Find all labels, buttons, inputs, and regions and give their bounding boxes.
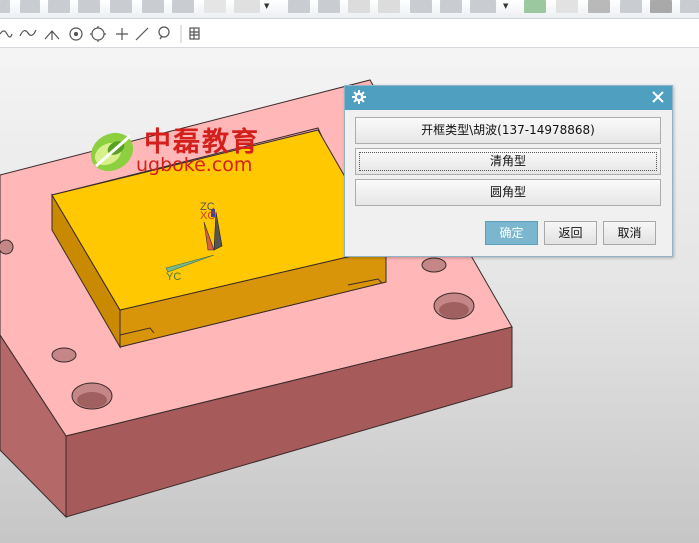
toolbar-button[interactable] (470, 0, 496, 13)
toolbar-button[interactable] (20, 0, 40, 13)
toolbar-button[interactable] (348, 0, 370, 13)
watermark-logo: 中磊教育 ugboke.com (86, 120, 286, 184)
toolbar-button[interactable] (588, 0, 610, 13)
toolbar-button[interactable] (234, 0, 260, 13)
circle-center-icon[interactable] (69, 27, 83, 41)
cross-point-icon[interactable] (116, 28, 128, 40)
toolbar-button[interactable] (0, 0, 10, 13)
option-open-frame-type[interactable]: 开框类型\胡波(137-14978868) (355, 117, 661, 144)
point-set-icon[interactable] (44, 30, 60, 40)
toolbar-button[interactable] (142, 0, 164, 13)
toolbar-button[interactable] (204, 0, 226, 13)
dropdown-arrow-icon[interactable]: ▼ (503, 2, 508, 10)
toolbar-button[interactable] (680, 0, 699, 13)
toolbar-button[interactable] (556, 0, 578, 13)
dropdown-arrow-icon[interactable]: ▼ (264, 2, 269, 10)
csys-label-yc: YC (166, 271, 182, 283)
toolbar-button[interactable] (78, 0, 100, 13)
toolbar-button[interactable] (318, 0, 340, 13)
settings-gear-icon[interactable] (351, 89, 367, 105)
option-round-corner[interactable]: 圆角型 (355, 179, 661, 206)
hole (51, 347, 77, 363)
top-toolbar: ▼ ▼ (0, 0, 699, 19)
dialog-title-bar[interactable] (345, 86, 672, 110)
open-frame-type-dialog: 开框类型\胡波(137-14978868) 清角型 圆角型 确定 返回 取消 (344, 85, 673, 257)
back-button[interactable]: 返回 (544, 221, 597, 245)
logo-leaf-icon (90, 132, 134, 172)
hole (0, 239, 14, 255)
toolbar-button[interactable] (288, 0, 310, 13)
toolbar-button[interactable] (110, 0, 132, 13)
sketch-toolbar (0, 19, 699, 48)
toolbar-button[interactable] (440, 0, 462, 13)
cancel-button[interactable]: 取消 (603, 221, 656, 245)
line-icon[interactable] (135, 27, 149, 41)
toolbar-button[interactable] (378, 0, 400, 13)
toolbar-button[interactable] (48, 0, 70, 13)
toolbar-button[interactable] (524, 0, 546, 13)
toolbar-button[interactable] (620, 0, 642, 13)
option-clear-corner[interactable]: 清角型 (355, 148, 661, 175)
toolbar-button[interactable] (172, 0, 194, 13)
ok-button[interactable]: 确定 (485, 221, 538, 245)
hole (421, 257, 447, 273)
toolbar-button[interactable] (650, 0, 672, 13)
table-icon[interactable] (189, 27, 200, 40)
spline-icon[interactable] (19, 29, 37, 37)
watermark-url: ugboke.com (136, 154, 253, 176)
pin-icon[interactable] (158, 26, 170, 40)
close-icon[interactable] (650, 89, 666, 105)
toolbar-button[interactable] (410, 0, 432, 13)
circle-icon[interactable] (90, 26, 106, 42)
csys-label-xc: XC (200, 210, 216, 222)
curve-icon[interactable] (0, 30, 13, 38)
